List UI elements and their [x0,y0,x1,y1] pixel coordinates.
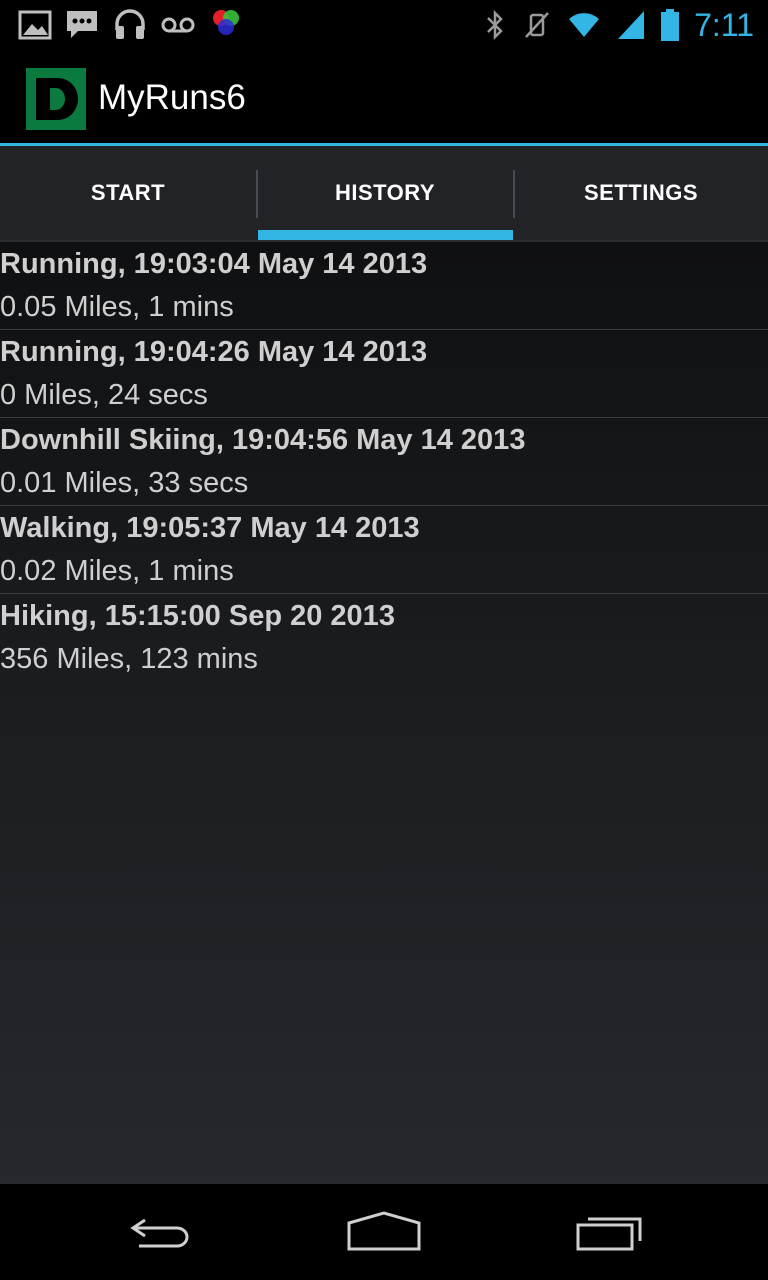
action-bar: MyRuns6 [0,50,768,146]
entry-subtitle: 0.01 Miles, 33 secs [0,467,249,499]
tab-history[interactable]: HISTORY [257,146,513,240]
picture-icon [18,10,52,40]
navigation-bar [0,1184,768,1280]
app-logo-icon [26,68,86,130]
battery-icon [661,9,680,41]
system-icons: 7:11 [482,6,754,44]
selected-tab-indicator [258,230,513,240]
status-bar: 7:11 [0,0,768,50]
bluetooth-icon [487,9,503,41]
rgb-circles-icon [213,10,239,35]
messaging-icon [67,11,97,38]
headphones-icon [115,9,145,39]
wifi-icon [569,13,600,37]
tab-bar: START HISTORY SETTINGS [0,146,768,242]
list-item[interactable]: Downhill Skiing, 19:04:56 May 14 2013 0.… [0,418,768,506]
home-button[interactable] [334,1204,434,1260]
home-icon [347,1211,421,1251]
app-title: MyRuns6 [98,78,246,117]
entry-subtitle: 0 Miles, 24 secs [0,379,208,411]
recent-apps-icon [576,1217,642,1251]
signal-icon [618,11,645,39]
entry-subtitle: 356 Miles, 123 mins [0,643,258,675]
clock: 7:11 [694,7,754,43]
entry-title: Walking, 19:05:37 May 14 2013 [0,512,420,544]
voicemail-icon [161,17,195,33]
recent-apps-button[interactable] [560,1204,660,1260]
entry-subtitle: 0.02 Miles, 1 mins [0,555,234,587]
notification-icons [18,6,244,42]
entry-title: Hiking, 15:15:00 Sep 20 2013 [0,600,395,632]
entry-subtitle: 0.05 Miles, 1 mins [0,291,234,323]
tab-start[interactable]: START [0,146,256,240]
list-item[interactable]: Walking, 19:05:37 May 14 2013 0.02 Miles… [0,506,768,594]
entry-title: Downhill Skiing, 19:04:56 May 14 2013 [0,424,526,456]
list-item[interactable]: Hiking, 15:15:00 Sep 20 2013 356 Miles, … [0,594,768,681]
entry-title: Running, 19:04:26 May 14 2013 [0,336,428,368]
list-item[interactable]: Running, 19:03:04 May 14 2013 0.05 Miles… [0,242,768,330]
list-item[interactable]: Running, 19:04:26 May 14 2013 0 Miles, 2… [0,330,768,418]
tab-label: HISTORY [334,180,436,205]
history-list: Running, 19:03:04 May 14 2013 0.05 Miles… [0,242,768,1184]
vibrate-icon [525,12,550,38]
back-icon [130,1218,189,1248]
tab-label: SETTINGS [583,180,698,205]
tab-label: START [90,180,166,205]
back-button[interactable] [110,1204,210,1260]
tab-settings[interactable]: SETTINGS [514,146,768,240]
entry-title: Running, 19:03:04 May 14 2013 [0,248,428,280]
